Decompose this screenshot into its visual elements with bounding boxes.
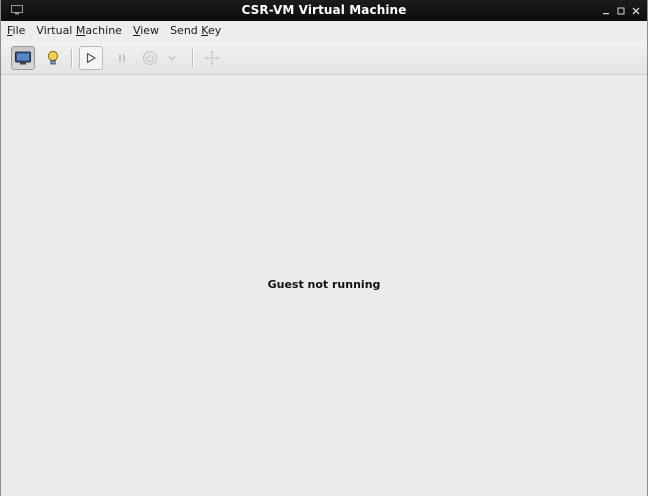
console-area[interactable]: Guest not running — [1, 75, 647, 496]
run-icon — [86, 52, 96, 64]
toolbar-separator — [71, 49, 72, 67]
menu-file[interactable]: File — [1, 21, 30, 41]
shutdown-icon — [142, 50, 158, 66]
shutdown-button[interactable] — [138, 46, 162, 70]
details-button[interactable] — [41, 46, 65, 70]
fullscreen-button[interactable] — [200, 46, 224, 70]
menu-send-key-mnemonic: K — [201, 24, 208, 37]
chevron-down-icon — [168, 56, 176, 61]
toolbar — [1, 41, 647, 75]
menu-bar: File Virtual Machine View Send Key — [1, 21, 647, 41]
console-icon — [15, 51, 31, 65]
menu-send-key[interactable]: Send Key — [164, 21, 226, 41]
console-button[interactable] — [11, 46, 35, 70]
window-title: CSR-VM Virtual Machine — [241, 3, 407, 17]
title-bar[interactable]: CSR-VM Virtual Machine — [1, 0, 647, 21]
minimize-icon — [603, 12, 609, 14]
pause-icon — [119, 54, 125, 62]
minimize-button[interactable] — [599, 3, 613, 18]
maximize-button[interactable] — [614, 3, 628, 18]
window-controls — [599, 3, 643, 18]
close-icon — [632, 7, 640, 14]
toolbar-separator — [192, 49, 193, 67]
fullscreen-icon — [204, 50, 220, 66]
guest-status-message: Guest not running — [267, 278, 381, 291]
menu-virtual-machine[interactable]: Virtual Machine — [30, 21, 127, 41]
vm-window: CSR-VM Virtual Machine File Virtual Mach… — [0, 0, 648, 496]
pause-button[interactable] — [110, 46, 134, 70]
run-button[interactable] — [79, 46, 103, 70]
menu-virtual-machine-mnemonic: M — [75, 24, 86, 37]
details-bulb-icon — [47, 50, 59, 65]
shutdown-dropdown-button[interactable] — [164, 46, 180, 70]
maximize-icon — [617, 7, 625, 14]
menu-view[interactable]: View — [127, 21, 164, 41]
close-button[interactable] — [629, 3, 643, 18]
